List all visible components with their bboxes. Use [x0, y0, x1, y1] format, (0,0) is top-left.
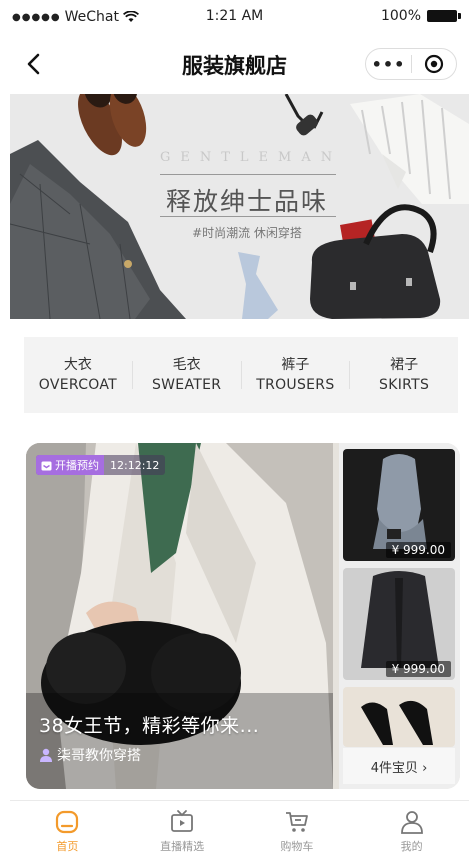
- badge-label: 开播预约: [55, 459, 99, 472]
- navigation-bar: 服装旗舰店 •••: [0, 34, 469, 94]
- bottom-tab-bar: 首页 直播精选 购物车 我的: [10, 800, 469, 861]
- badge-time: 12:12:12: [110, 458, 160, 472]
- tv-icon: [171, 810, 194, 832]
- tab-label: 购物车: [280, 840, 314, 853]
- category-zh-label: 毛衣: [172, 357, 201, 373]
- category-overcoat[interactable]: 大衣 OVERCOAT: [24, 355, 132, 395]
- banner-english-title: GENTLEMAN: [160, 150, 343, 165]
- tab-label: 首页: [56, 840, 79, 853]
- view-all-products-link[interactable]: 4件宝贝 ›: [343, 748, 455, 784]
- badge-tag: 开播预约: [36, 455, 104, 475]
- status-bar: ●●●●● WeChat 1:21 AM 100%: [0, 0, 469, 34]
- product-price: ¥ 999.00: [385, 661, 451, 677]
- banner-rule-bottom: [160, 216, 336, 217]
- category-en-label: OVERCOAT: [38, 377, 117, 393]
- product-thumb[interactable]: ¥ 999.00: [343, 568, 455, 680]
- banner-headline: 释放绅士品味: [165, 187, 328, 216]
- tab-cart[interactable]: 购物车: [240, 801, 355, 861]
- host-name: 柒哥教你穿搭: [57, 748, 141, 764]
- more-button[interactable]: •••: [366, 55, 411, 74]
- product-price: ¥ 999.00: [385, 542, 451, 558]
- promo-banner[interactable]: GENTLEMAN 释放绅士品味 #时尚潮流 休闲穿搭: [10, 94, 469, 319]
- product-thumb[interactable]: [343, 687, 455, 747]
- cart-icon: [285, 812, 308, 832]
- product-thumb[interactable]: ¥ 999.00: [343, 449, 455, 561]
- user-icon: [40, 748, 52, 762]
- calendar-icon: [41, 461, 52, 470]
- banner-tagline: #时尚潮流 休闲穿搭: [192, 226, 302, 240]
- target-icon: [424, 54, 444, 74]
- category-zh-label: 裤子: [281, 357, 310, 373]
- live-stream-card[interactable]: 开播预约 12:12:12 38女王节，精彩等你来... 柒哥教你穿搭 ¥ 99…: [26, 443, 460, 789]
- miniprogram-capsule: •••: [365, 48, 457, 80]
- live-reservation-badge: 开播预约 12:12:12: [36, 455, 166, 475]
- category-en-label: SKIRTS: [379, 377, 430, 393]
- home-icon: [56, 810, 79, 834]
- category-nav: 大衣 OVERCOAT 毛衣 SWEATER 裤子 TROUSERS 裙子 SK…: [24, 337, 458, 413]
- live-title: 38女王节，精彩等你来...: [39, 715, 260, 737]
- banner-rule-top: [160, 174, 336, 175]
- tab-label: 我的: [400, 840, 423, 853]
- battery-percent: 100%: [380, 8, 421, 24]
- live-cover[interactable]: 开播预约 12:12:12 38女王节，精彩等你来... 柒哥教你穿搭: [26, 443, 333, 789]
- category-en-label: TROUSERS: [256, 377, 335, 393]
- product-image: [343, 687, 455, 747]
- tab-live[interactable]: 直播精选: [125, 801, 240, 861]
- product-list: ¥ 999.00 ¥ 999.00 4件宝贝 ›: [339, 443, 460, 789]
- close-miniprogram-button[interactable]: [412, 54, 456, 74]
- category-zh-label: 裙子: [390, 357, 419, 373]
- battery-status: 100%: [380, 8, 461, 24]
- category-en-label: SWEATER: [151, 377, 222, 393]
- tab-home[interactable]: 首页: [10, 801, 125, 861]
- category-sweater[interactable]: 毛衣 SWEATER: [133, 355, 241, 395]
- battery-icon: [427, 10, 461, 22]
- live-host: 柒哥教你穿搭: [39, 745, 141, 765]
- user-icon: [400, 811, 423, 834]
- tab-label: 直播精选: [160, 840, 205, 853]
- category-skirts[interactable]: 裙子 SKIRTS: [350, 355, 458, 395]
- category-trousers[interactable]: 裤子 TROUSERS: [242, 355, 350, 395]
- tab-profile[interactable]: 我的: [354, 801, 469, 861]
- category-zh-label: 大衣: [63, 357, 92, 373]
